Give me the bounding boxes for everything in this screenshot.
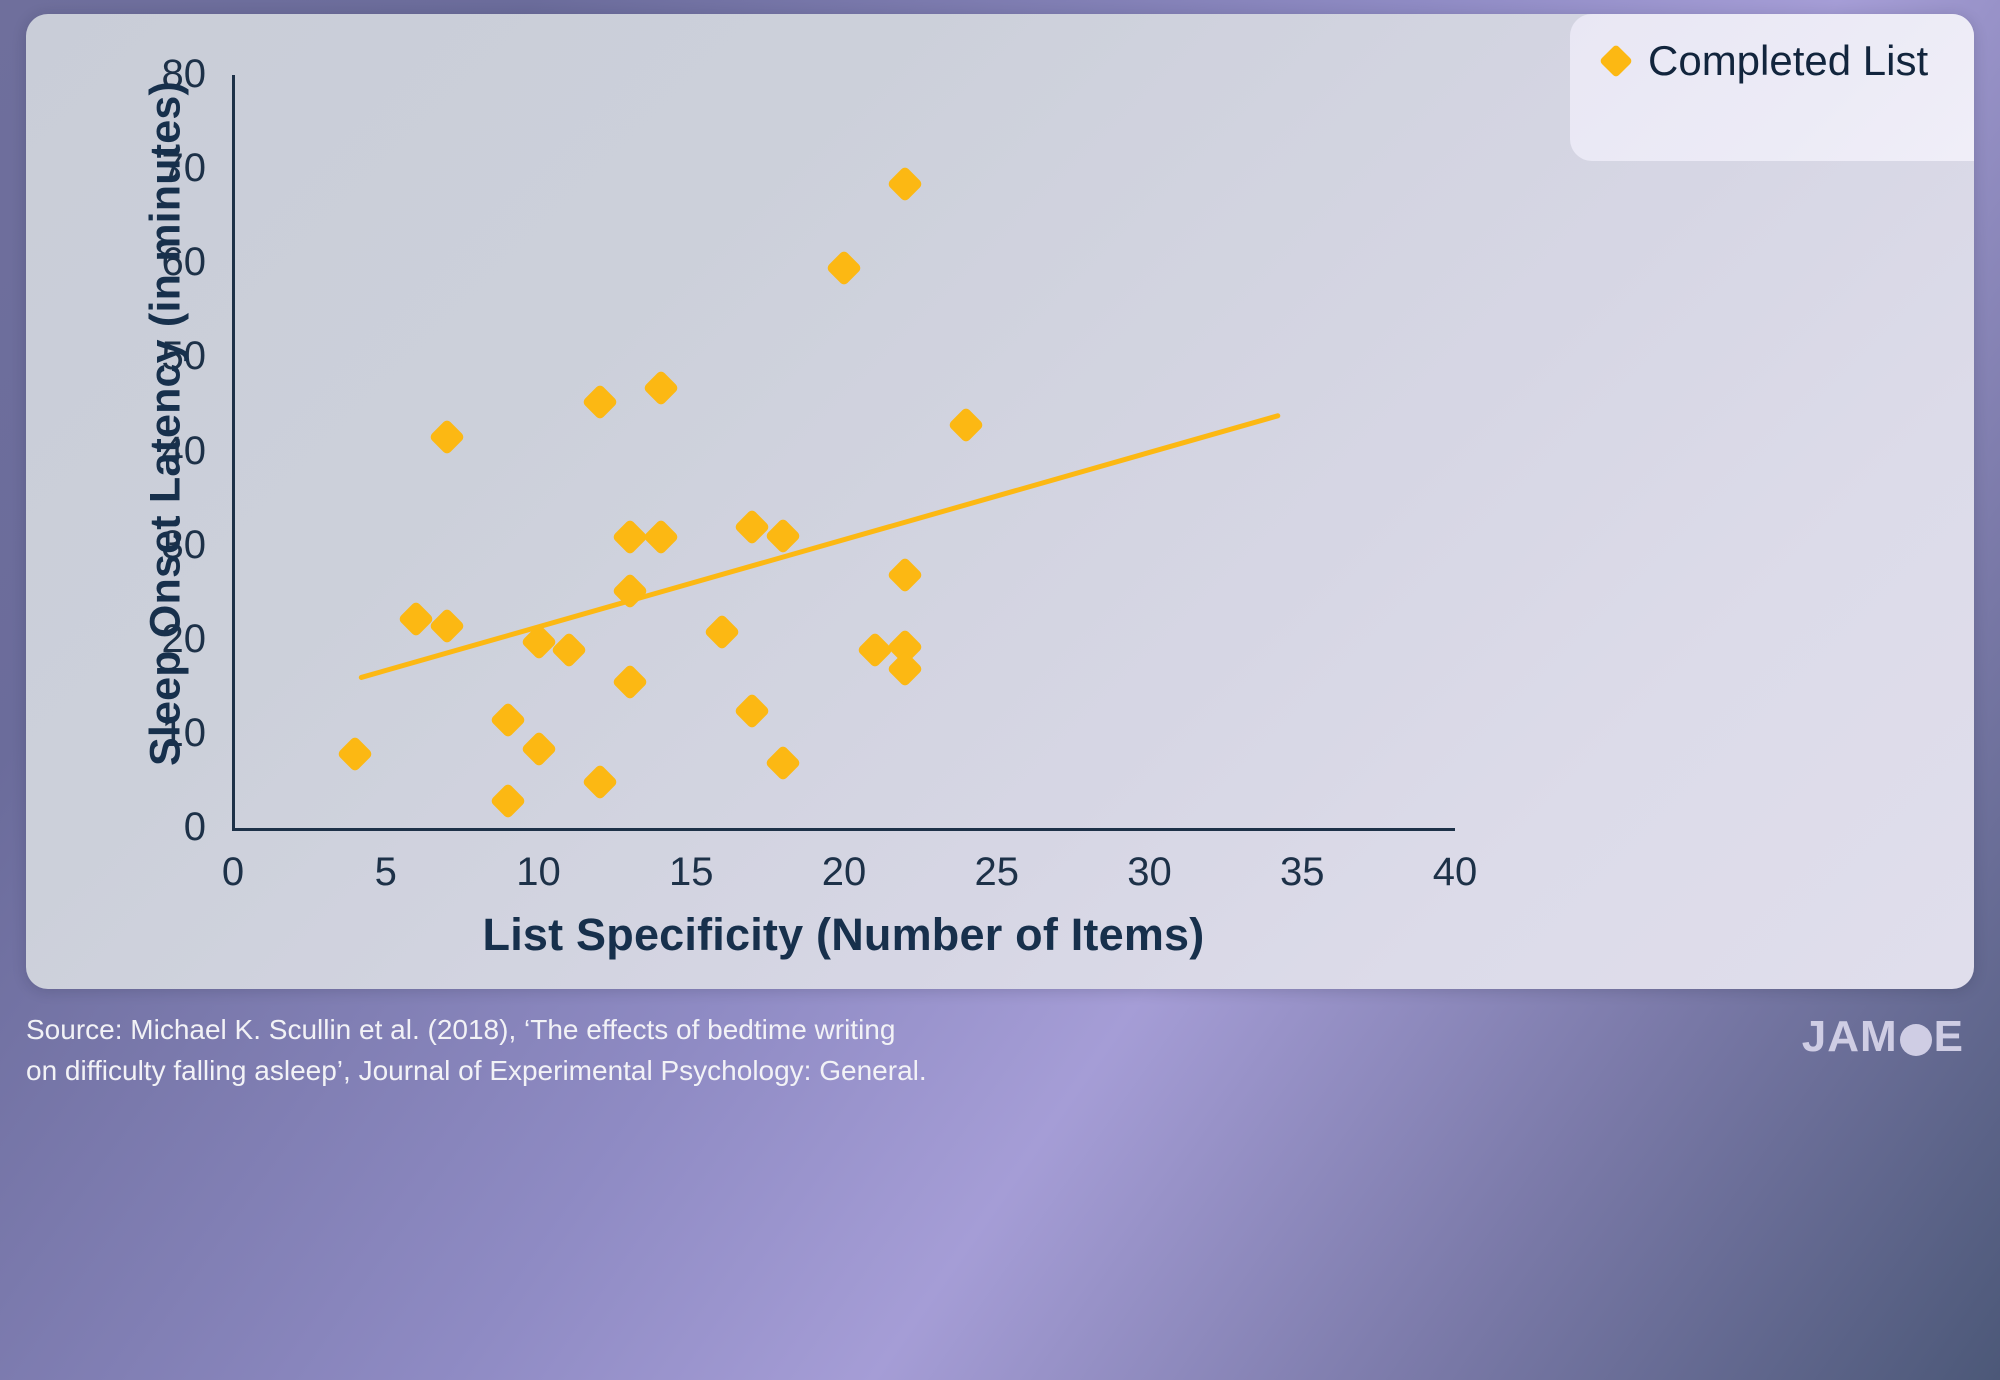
x-axis-title: List Specificity (Number of Items) [482,909,1205,960]
scatter-point [886,650,924,688]
x-tick-label: 35 [1280,850,1325,894]
x-tick-label: 20 [821,850,867,894]
logo-text-after: E [1933,1012,1964,1061]
scatter-point [550,631,588,669]
jamoe-logo: JAM E [1802,1012,1964,1062]
scatter-point [520,623,557,661]
x-tick-label: 0 [221,850,245,894]
logo-circle-icon [1899,1024,1932,1056]
source-line-2: on difficulty falling asleep’, Journal o… [26,1054,927,1086]
scatter-point [764,744,802,782]
legend-item-label: Completed List [1648,37,1929,84]
x-tick-label: 10 [516,850,561,894]
x-tick-label: 25 [974,850,1020,894]
scatter-point [611,572,649,610]
scatter-point [947,406,985,444]
x-tick-label: 30 [1127,850,1172,894]
scatter-point [397,600,435,638]
scatter-point [703,613,741,651]
scatter-point [520,730,557,768]
scatter-point [825,249,863,287]
scatter-point [581,763,618,801]
legend-item-completed-list[interactable]: Completed List [1599,37,1929,84]
x-tick-label: 15 [669,850,714,894]
logo-text-before: JAM [1801,1012,1898,1061]
source-citation: Source: Michael K. Scullin et al. (2018)… [26,1010,1326,1091]
x-tick-label: 5 [374,850,397,894]
y-axis-title: Sleep Onset Latency (in minutes) [141,81,190,766]
scatter-point [336,735,374,773]
source-line-1: Source: Michael K. Scullin et al. (2018)… [26,1014,896,1045]
scatter-point [428,419,466,456]
scatter-point [428,607,466,645]
scatter-point [733,508,771,546]
x-tick-label: 40 [1432,850,1478,894]
y-tick-label: 0 [183,805,206,849]
scatter-point [886,556,924,594]
chart-page: 0 10 20 30 40 50 60 70 80 0 5 10 15 20 25 30 35 40 Sleep… [0,0,2000,1380]
scatter-point [642,369,680,406]
y-axis-line [232,75,235,829]
footer: Source: Michael K. Scullin et al. (2018)… [0,1000,2000,1380]
chart-card: 0 10 20 30 40 50 60 70 80 0 5 10 15 20 25 30 35 40 Sleep… [26,14,1974,989]
diamond-marker-icon [1599,44,1633,78]
scatter-point [581,383,618,421]
x-axis-line [232,828,1455,831]
scatter-point [642,518,680,556]
scatter-point [489,701,527,739]
scatter-point [489,782,527,820]
scatter-point [764,517,802,555]
legend: Completed List [1570,14,1974,161]
scatter-point [733,692,771,730]
scatter-point [611,663,649,701]
scatter-point [886,165,924,203]
scatter-point [856,631,893,669]
scatter-point [611,518,649,556]
